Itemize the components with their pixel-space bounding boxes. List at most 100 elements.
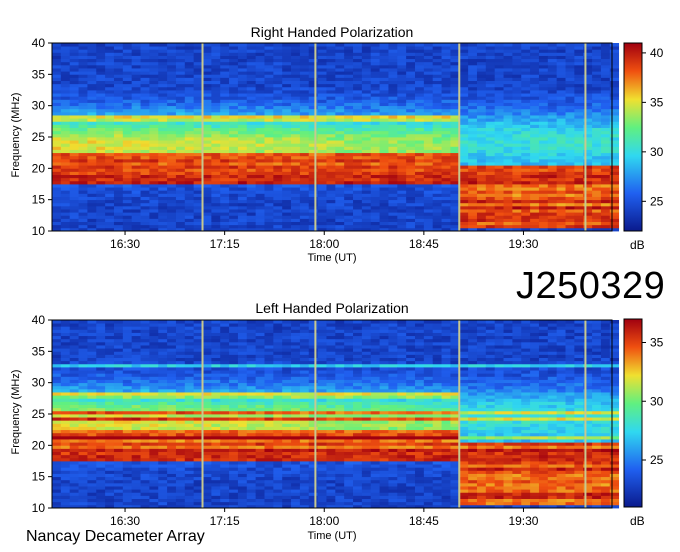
heatmap-cell (308, 146, 319, 150)
heatmap-cell (52, 108, 62, 113)
heatmap-cell (131, 55, 141, 60)
heatmap-cell (158, 432, 168, 437)
heatmap-cell (459, 118, 469, 122)
heatmap-cell (468, 174, 478, 179)
heatmap-cell (211, 96, 221, 100)
heatmap-cell (503, 190, 513, 194)
heatmap-cell (556, 152, 566, 157)
heatmap-cell (113, 448, 124, 452)
heatmap-cell (494, 202, 504, 207)
heatmap-cell (308, 108, 319, 113)
heatmap-cell (291, 152, 301, 157)
heatmap-cell (565, 130, 575, 135)
heatmap-cell (202, 338, 212, 343)
heatmap-cell (105, 388, 115, 393)
heatmap-cell (167, 360, 177, 365)
heatmap-cell (485, 162, 496, 166)
heatmap-cell (459, 184, 469, 188)
heatmap-cell (468, 221, 478, 226)
heatmap-cell (87, 420, 97, 424)
heatmap-cell (565, 193, 575, 197)
heatmap-cell (229, 152, 239, 157)
heatmap-cell (273, 168, 283, 172)
heatmap-cell (494, 74, 504, 78)
heatmap-cell (468, 152, 478, 157)
heatmap-cell (353, 177, 363, 182)
heatmap-cell (96, 190, 106, 194)
heatmap-cell (530, 52, 540, 56)
heatmap-cell (547, 99, 558, 103)
heatmap-cell (149, 367, 159, 371)
heatmap-cell (96, 501, 106, 506)
heatmap-cell (175, 165, 186, 169)
heatmap-cell (565, 137, 575, 141)
heatmap-cell (184, 388, 195, 393)
heatmap-cell (530, 43, 540, 47)
heatmap-cell (211, 187, 221, 191)
heatmap-cell (441, 115, 451, 119)
heatmap-cell (184, 401, 195, 405)
heatmap-cell (131, 341, 141, 346)
heatmap-cell (600, 209, 611, 213)
heatmap-cell (96, 143, 106, 147)
heatmap-cell (361, 133, 372, 138)
heatmap-cell (96, 133, 106, 138)
heatmap-cell (547, 143, 558, 147)
heatmap-cell (78, 335, 88, 340)
heatmap-cell (282, 146, 292, 150)
heatmap-cell (113, 49, 124, 53)
heatmap-cell (565, 221, 575, 226)
heatmap-cell (105, 187, 115, 191)
heatmap-cell (69, 80, 79, 85)
heatmap-cell (246, 155, 257, 160)
heatmap-cell (299, 177, 310, 182)
heatmap-cell (432, 196, 442, 201)
heatmap-cell (379, 49, 389, 53)
heatmap-cell (167, 221, 177, 226)
heatmap-cell (158, 52, 168, 56)
heatmap-cell (556, 146, 566, 150)
heatmap-cell (87, 121, 97, 125)
heatmap-cell (432, 215, 442, 219)
heatmap-cell (556, 77, 566, 81)
heatmap-cell (468, 52, 478, 56)
heatmap-cell (530, 93, 540, 97)
heatmap-cell (52, 193, 62, 197)
heatmap-cell (122, 414, 133, 418)
heatmap-cell (609, 80, 620, 85)
heatmap-cell (105, 495, 115, 499)
heatmap-cell (158, 146, 168, 150)
heatmap-cell (282, 137, 292, 141)
heatmap-cell (609, 121, 620, 125)
heatmap-cell (202, 152, 212, 157)
heatmap-cell (69, 174, 79, 179)
heatmap-cell (122, 61, 133, 66)
heatmap-cell (237, 174, 248, 179)
heatmap-cell (229, 111, 239, 116)
heatmap-cell (565, 143, 575, 147)
heatmap-cell (149, 158, 159, 163)
heatmap-cell (521, 115, 531, 119)
heatmap-cell (96, 83, 106, 88)
heatmap-cell (87, 379, 97, 384)
heatmap-cell (122, 58, 133, 63)
heatmap-cell (220, 43, 230, 47)
heatmap-cell (415, 118, 425, 122)
heatmap-cell (406, 205, 416, 210)
heatmap-cell (317, 90, 327, 94)
heatmap-cell (158, 90, 168, 94)
y-tick-label: 30 (32, 99, 46, 113)
heatmap-cell (87, 177, 97, 182)
heatmap-cell (202, 476, 212, 481)
heatmap-cell (52, 385, 62, 390)
heatmap-cell (158, 445, 168, 449)
heatmap-cell (609, 118, 620, 122)
heatmap-cell (264, 124, 274, 128)
heatmap-cell (52, 162, 62, 166)
heatmap-cell (140, 218, 150, 222)
heatmap-cell (255, 108, 265, 113)
heatmap-cell (184, 432, 195, 437)
heatmap-cell (52, 363, 62, 368)
heatmap-cell (149, 224, 159, 229)
heatmap-cell (273, 140, 283, 144)
